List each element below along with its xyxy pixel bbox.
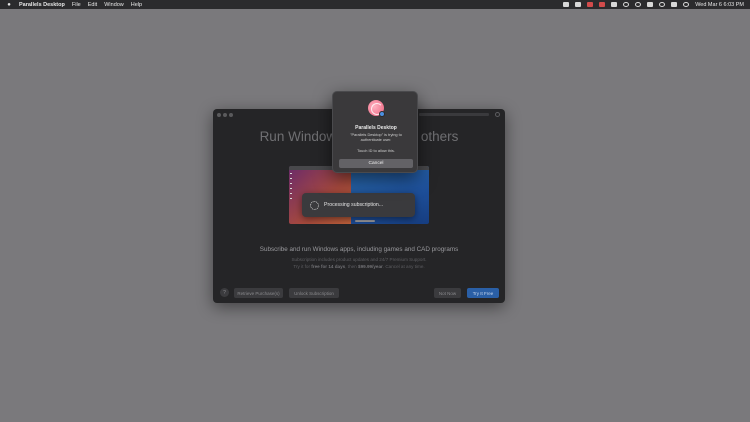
help-button[interactable]: ? bbox=[220, 288, 229, 297]
illustration-dock bbox=[355, 220, 375, 222]
status-tray: Wed Mar 6 6:03 PM bbox=[563, 0, 744, 9]
app-tray-icon[interactable] bbox=[575, 2, 582, 7]
trial-info: Try it for free for 14 days, then $99.99… bbox=[293, 264, 425, 269]
menu-window[interactable]: Window bbox=[104, 2, 124, 8]
cancel-button[interactable]: Cancel bbox=[339, 159, 413, 168]
menu-edit[interactable]: Edit bbox=[88, 2, 97, 8]
clock-icon[interactable] bbox=[623, 2, 630, 7]
close-window-icon[interactable] bbox=[217, 113, 221, 117]
k-app-icon[interactable] bbox=[599, 2, 606, 7]
subscription-info: Subscription includes product updates an… bbox=[291, 257, 427, 262]
illustration-sidebar bbox=[290, 173, 292, 203]
dialog-message: "Parallels Desktop" is trying to authent… bbox=[350, 132, 402, 142]
user-icon[interactable] bbox=[683, 2, 690, 7]
minimize-window-icon[interactable] bbox=[223, 113, 227, 117]
touch-id-prompt: Touch ID to allow this. bbox=[357, 148, 395, 153]
volume-icon[interactable] bbox=[647, 2, 654, 7]
mail-icon[interactable] bbox=[611, 2, 618, 7]
processing-text: Processing subscription... bbox=[324, 202, 384, 208]
menu-file[interactable]: File bbox=[72, 2, 81, 8]
menu-bar: ● Parallels Desktop File Edit Window Hel… bbox=[0, 0, 750, 9]
zoom-window-icon[interactable] bbox=[229, 113, 233, 117]
wifi-icon[interactable] bbox=[635, 2, 642, 7]
spinner-icon bbox=[310, 200, 319, 210]
creative-cloud-icon[interactable] bbox=[587, 2, 594, 7]
touch-id-dialog: Parallels Desktop "Parallels Desktop" is… bbox=[332, 91, 418, 173]
unlock-subscription-button[interactable]: Unlock Subscription bbox=[289, 288, 339, 298]
subscribe-heading: Subscribe and run Windows apps, includin… bbox=[259, 246, 459, 253]
account-label[interactable] bbox=[419, 113, 489, 116]
processing-overlay: Processing subscription... bbox=[302, 193, 415, 217]
menu-app-name[interactable]: Parallels Desktop bbox=[19, 2, 65, 8]
control-center-icon[interactable] bbox=[671, 2, 678, 7]
menu-help[interactable]: Help bbox=[131, 2, 142, 8]
try-it-free-button[interactable]: Try It Free bbox=[467, 288, 499, 298]
search-icon[interactable] bbox=[659, 2, 666, 7]
parallels-badge-icon bbox=[379, 111, 385, 117]
gear-icon[interactable] bbox=[495, 112, 500, 117]
menu-clock[interactable]: Wed Mar 6 6:03 PM bbox=[695, 2, 744, 8]
apple-menu-icon[interactable]: ● bbox=[5, 2, 13, 8]
not-now-button[interactable]: Not Now bbox=[434, 288, 461, 298]
retrieve-purchases-button[interactable]: Retrieve Purchase(s) bbox=[234, 288, 283, 298]
parallels-tray-icon[interactable] bbox=[563, 2, 570, 7]
dialog-title: Parallels Desktop bbox=[355, 125, 397, 131]
